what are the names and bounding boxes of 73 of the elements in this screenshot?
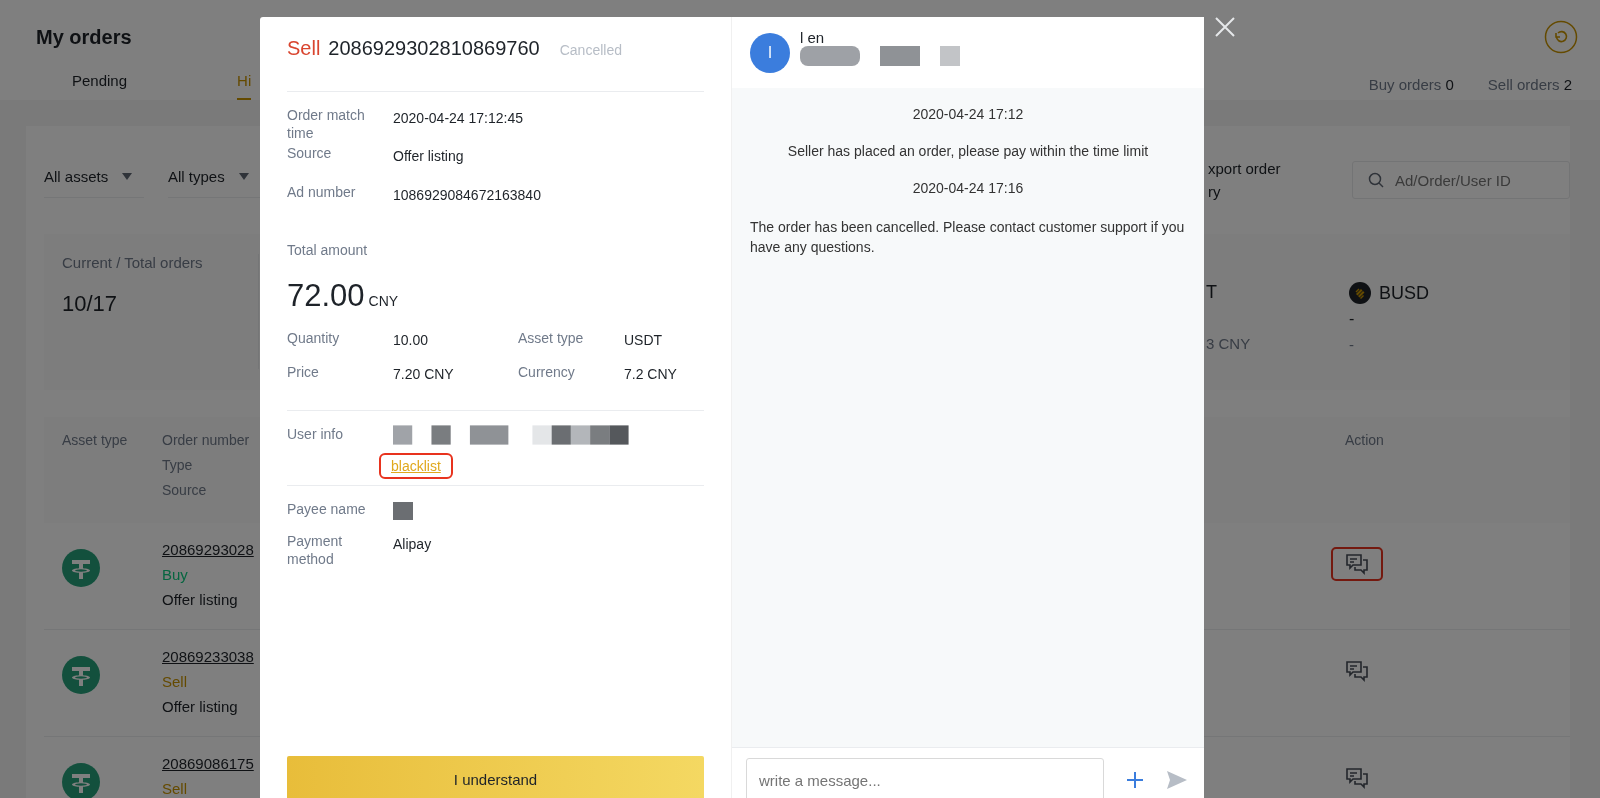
search-field[interactable]: Ad/Order/User ID [1352, 161, 1570, 199]
detail-label: User info [287, 425, 345, 444]
order-number-link[interactable]: 20869086175 [162, 755, 254, 772]
coin-icon [1349, 282, 1371, 304]
stats-value: 10/17 [62, 291, 119, 317]
currency-unit: CNY [368, 293, 399, 309]
detail-value: 10.00 [393, 331, 430, 348]
chat-icon [1345, 767, 1369, 789]
message-time: 2020-04-24 17:16 [911, 180, 1025, 196]
detail-value: 7.20 CNY [393, 365, 455, 382]
order-side: Sell [287, 37, 321, 60]
total-label: Total amount [287, 242, 369, 258]
chat-button[interactable] [1331, 547, 1383, 581]
system-notice: Seller has placed an order, please pay within the time limit [786, 143, 1150, 159]
order-number: 2086929302810869760 [328, 37, 540, 60]
order-status: Cancelled [559, 42, 622, 58]
column-header: Action [1345, 432, 1385, 448]
message-field[interactable]: write a message... [746, 758, 1104, 798]
order-number-link[interactable]: 20869233038 [162, 648, 254, 665]
stats-label: Current / Total orders [62, 254, 204, 271]
order-number-link[interactable]: 20869293028 [162, 541, 254, 558]
detail-label: Order match time [287, 106, 366, 142]
detail-label: Source [287, 144, 333, 163]
coin-icon [62, 549, 100, 587]
order-source: Offer listing [162, 591, 239, 608]
column-header: Source [162, 482, 208, 498]
redaction-drawing [393, 502, 413, 522]
search-icon [1368, 172, 1384, 188]
order-count: Sell orders 2 [1487, 75, 1572, 93]
detail-value: 2020-04-24 17:12:45 [393, 109, 523, 128]
caret-icon [122, 173, 133, 180]
detail-label: Currency [518, 364, 576, 382]
total-amount: 72.00 [287, 278, 365, 314]
tab[interactable]: Pending [72, 68, 128, 100]
detail-label: Payment method [287, 532, 344, 568]
order-type: Buy [162, 566, 189, 583]
system-message: The order has been cancelled. Please contact customer support if you have any questions. [750, 218, 1186, 257]
order-source: Offer listing [162, 698, 239, 715]
order-count: Buy orders 0 [1368, 75, 1454, 93]
asset-name: BUSD [1379, 282, 1429, 304]
column-header: Type [162, 457, 194, 473]
asset-amount: - [1349, 310, 1356, 329]
asset-name: T [1206, 282, 1217, 303]
user-name: l en [800, 29, 826, 46]
detail-value: 7.2 CNY [624, 365, 678, 382]
caret-icon [238, 173, 249, 180]
detail-value: 1086929084672163840 [393, 186, 541, 204]
page-title: My orders [36, 25, 132, 49]
detail-label: Quantity [287, 330, 341, 348]
plus-icon[interactable] [1124, 769, 1146, 791]
filter-dropdown[interactable]: All assets [44, 162, 144, 198]
detail-label: Price [287, 364, 320, 382]
chat-icon [1345, 660, 1369, 682]
avatar: l [750, 32, 790, 73]
column-header: Order number [162, 432, 251, 448]
detail-label: Payee name [287, 500, 367, 519]
order-type: Sell [162, 780, 188, 797]
detail-value: USDT [624, 331, 664, 348]
order-type: Sell [162, 673, 188, 690]
refresh-icon[interactable] [1544, 20, 1578, 54]
message-time: 2020-04-24 17:12 [911, 106, 1025, 122]
detail-label: Asset type [518, 330, 585, 348]
asset-value: - [1349, 336, 1355, 353]
detail-value: Offer listing [393, 147, 464, 165]
asset-value: 3 CNY [1206, 335, 1252, 352]
close-icon[interactable] [1214, 16, 1236, 38]
send-icon[interactable] [1166, 769, 1188, 791]
detail-label: Ad number [287, 183, 357, 202]
detail-value: Alipay [393, 535, 432, 554]
chat-icon [1345, 553, 1369, 575]
coin-icon [62, 656, 100, 694]
confirm-button[interactable]: I understand [287, 756, 704, 798]
column-header: Asset type [62, 432, 129, 448]
